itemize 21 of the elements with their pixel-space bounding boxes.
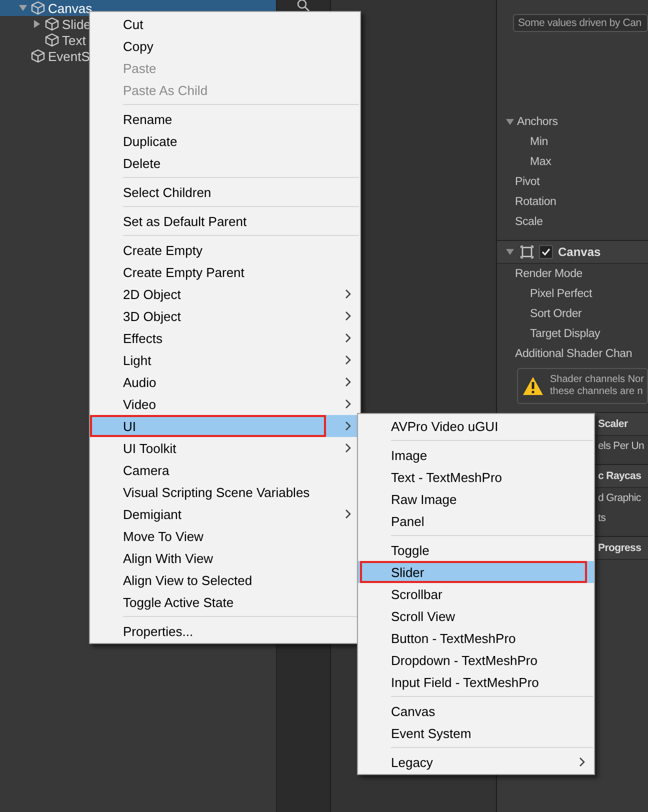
component-title: Progress [598,542,642,554]
property-label: Target Display [530,328,600,340]
property-label: els Per Un [598,440,644,452]
info-field: Some values driven by Can [513,14,648,32]
property-label: Rotation [515,196,556,208]
warning-text: Shader channels Nor [550,374,644,386]
property-label: Sort Order [530,308,582,320]
property-label: Max [530,156,552,168]
property-label: Anchors [517,116,558,128]
property-label: Scale [515,216,543,228]
property-label: Pixel Perfect [530,288,592,300]
property-label: d Graphic [598,492,641,504]
property-label: Pivot [515,176,540,188]
property-label: Min [530,136,548,148]
property-label: ts [598,512,606,524]
property-label: Additional Shader Chan [515,348,632,360]
warning-text: these channels are n [550,386,644,398]
component-title: Canvas [558,245,601,259]
component-title: Scaler [598,418,628,430]
property-label: Render Mode [515,268,582,280]
component-title: c Raycas [598,470,642,482]
